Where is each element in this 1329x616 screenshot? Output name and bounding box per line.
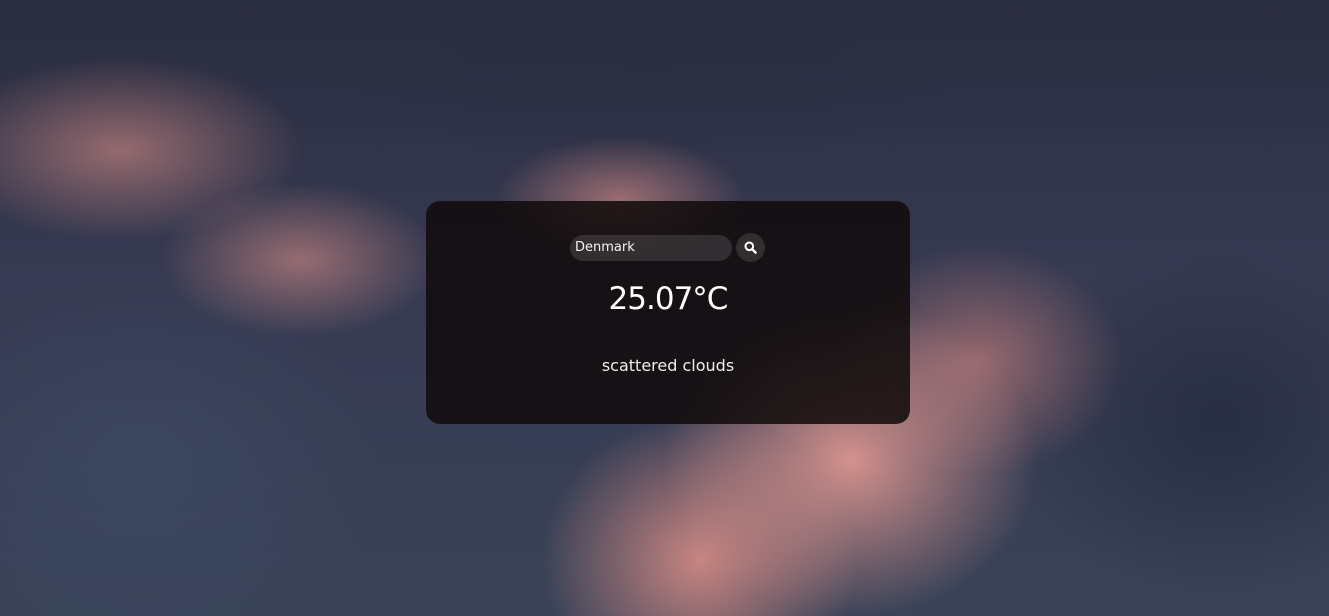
- location-search-input[interactable]: [570, 234, 732, 261]
- magnifier-icon: [744, 241, 757, 254]
- weather-description: scattered clouds: [601, 356, 735, 375]
- weather-card: 25.07°C scattered clouds: [426, 201, 910, 424]
- search-button[interactable]: [736, 233, 765, 262]
- search-bar: [570, 233, 765, 262]
- temperature-value: 25.07°C: [608, 281, 729, 317]
